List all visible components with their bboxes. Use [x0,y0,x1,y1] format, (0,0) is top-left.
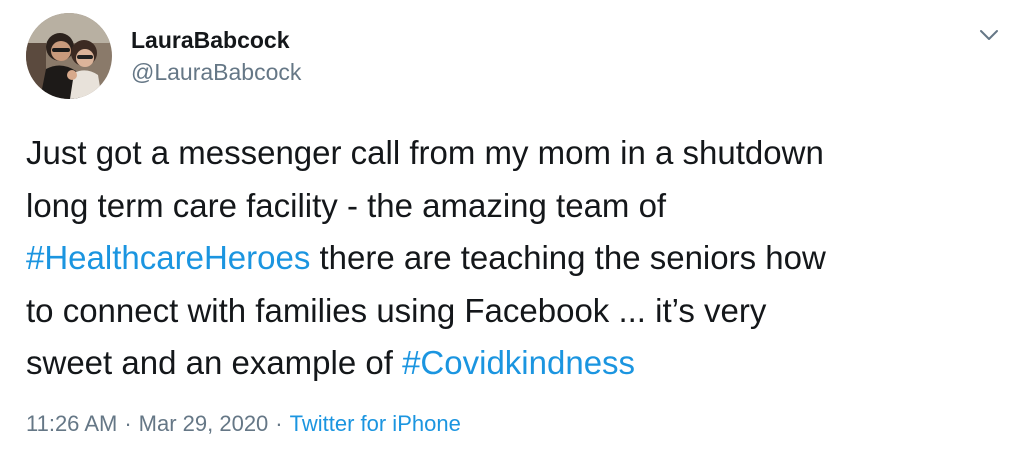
profile-photo [26,13,112,99]
tweet-text-segment: sweet and an example of [26,344,403,381]
display-name[interactable]: LauraBabcock [131,26,301,54]
chevron-down-icon[interactable] [978,27,1000,43]
tweet-source-link[interactable]: Twitter for iPhone [290,411,461,436]
separator-dot: · [275,411,283,436]
tweet-text-segment: Just got a messenger call from my mom in… [26,134,824,171]
tweet-text: Just got a messenger call from my mom in… [26,127,1001,390]
tweet-text-segment: to connect with families using Facebook … [26,291,767,329]
tweet-text-line: to connect with families using Facebook … [26,285,1001,338]
tweet-date[interactable]: Mar 29, 2020 [139,411,269,436]
tweet-meta: 11:26 AM · Mar 29, 2020 · Twitter for iPhone [26,410,461,438]
hashtag-link[interactable]: #HealthcareHeroes [26,239,310,276]
tweet-time[interactable]: 11:26 AM [26,411,117,436]
tweet-text-line: Just got a messenger call from my mom in… [26,127,1001,180]
tweet-text-segment: there are teaching the seniors how [310,239,826,276]
user-names: LauraBabcock @LauraBabcock [131,26,301,86]
avatar[interactable] [26,13,112,99]
tweet-header: LauraBabcock @LauraBabcock [26,13,301,99]
hashtag-link[interactable]: #Covidkindness [402,344,635,381]
tweet-text-line: sweet and an example of #Covidkindness [26,337,1001,390]
tweet-text-line: #HealthcareHeroes there are teaching the… [26,232,1001,285]
tweet-text-line: long term care facility - the amazing te… [26,180,1001,233]
user-handle[interactable]: @LauraBabcock [131,58,301,86]
tweet-text-segment: long term care facility - the amazing te… [26,186,667,224]
separator-dot: · [124,411,132,436]
tweet-card: LauraBabcock @LauraBabcock Just got a me… [0,0,1024,465]
